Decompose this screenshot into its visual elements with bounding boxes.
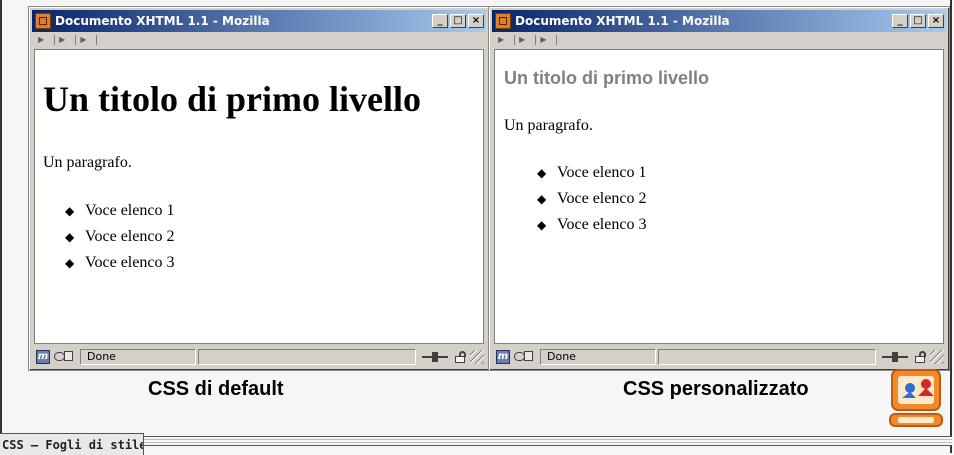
list-item: ◆ Voce elenco 2 — [537, 186, 646, 212]
maximize-button[interactable]: □ — [450, 14, 466, 28]
status-progress-panel — [658, 349, 876, 365]
window-title: Documento XHTML 1.1 - Mozilla — [515, 14, 730, 28]
title-bar[interactable]: Documento XHTML 1.1 - Mozilla _ □ × — [492, 10, 946, 32]
status-progress-panel — [198, 349, 416, 365]
page-heading: Un titolo di primo livello — [43, 79, 421, 119]
minimize-button[interactable]: _ — [432, 14, 448, 28]
list-item-text: Voce elenco 2 — [557, 190, 647, 207]
close-button[interactable]: × — [468, 14, 484, 28]
mozilla-app-icon — [495, 13, 511, 29]
resize-grip-icon[interactable] — [930, 350, 944, 364]
list-item-text: Voce elenco 3 — [557, 216, 647, 233]
toolbar-grippy-3[interactable]: ▶ — [76, 35, 98, 45]
list-item-text: Voce elenco 1 — [85, 202, 175, 219]
toolbar-grippy-1[interactable]: ▶ — [32, 35, 56, 45]
page-heading: Un titolo di primo livello — [504, 68, 709, 88]
security-lock-icon[interactable] — [454, 351, 466, 363]
page-paragraph: Un paragrafo. — [43, 154, 132, 171]
status-bar: m Done — [492, 347, 946, 367]
bullet-list: ◆ Voce elenco 1 ◆ Voce elenco 2 ◆ Voce elen… — [65, 198, 174, 276]
maximize-button[interactable]: □ — [910, 14, 926, 28]
toolbar-grippy-1[interactable]: ▶ — [492, 35, 516, 45]
footer-section-tab: CSS – Fogli di stile — [0, 433, 144, 455]
page-content: Un titolo di primo livello Un paragrafo.… — [494, 49, 944, 344]
bullet-icon: ◆ — [537, 166, 547, 180]
bullet-list: ◆ Voce elenco 1 ◆ Voce elenco 2 ◆ Voce elen… — [537, 160, 646, 238]
status-text: Done — [80, 349, 196, 365]
resize-grip-icon[interactable] — [470, 350, 484, 364]
composer-icon[interactable] — [514, 350, 534, 364]
list-item: ◆ Voce elenco 1 — [65, 198, 174, 224]
mail-component-icon[interactable]: m — [496, 350, 510, 364]
bullet-icon: ◆ — [65, 256, 75, 270]
list-item: ◆ Voce elenco 2 — [65, 224, 174, 250]
bullet-icon: ◆ — [65, 204, 75, 218]
close-button[interactable]: × — [928, 14, 944, 28]
list-item: ◆ Voce elenco 3 — [65, 250, 174, 276]
page-content: Un titolo di primo livello Un paragrafo.… — [34, 49, 484, 344]
bullet-icon: ◆ — [65, 230, 75, 244]
list-item: ◆ Voce elenco 1 — [537, 160, 646, 186]
mail-component-icon[interactable]: m — [36, 350, 50, 364]
list-item-text: Voce elenco 1 — [557, 164, 647, 181]
collapsed-toolbars: ▶ ▶ ▶ — [32, 33, 486, 47]
status-bar: m Done — [32, 347, 486, 367]
minimize-button[interactable]: _ — [892, 14, 908, 28]
bullet-icon: ◆ — [537, 218, 547, 232]
toolbar-grippy-3[interactable]: ▶ — [536, 35, 558, 45]
course-logo-icon — [889, 369, 943, 427]
title-bar[interactable]: Documento XHTML 1.1 - Mozilla _ □ × — [32, 10, 486, 32]
bullet-icon: ◆ — [537, 192, 547, 206]
footer-divider — [144, 436, 952, 446]
window-title: Documento XHTML 1.1 - Mozilla — [55, 14, 270, 28]
collapsed-toolbars: ▶ ▶ ▶ — [492, 33, 946, 47]
online-connection-icon[interactable] — [422, 352, 448, 362]
online-connection-icon[interactable] — [882, 352, 908, 362]
list-item-text: Voce elenco 3 — [85, 254, 175, 271]
browser-window-custom: Documento XHTML 1.1 - Mozilla _ □ × ▶ ▶ … — [488, 6, 950, 371]
slide: Documento XHTML 1.1 - Mozilla _ □ × ▶ ▶ … — [0, 0, 952, 453]
caption-default-css: CSS di default — [148, 378, 284, 400]
toolbar-grippy-2[interactable]: ▶ — [515, 35, 537, 45]
page-paragraph: Un paragrafo. — [504, 117, 593, 134]
caption-custom-css: CSS personalizzato — [623, 378, 809, 400]
status-text: Done — [540, 349, 656, 365]
list-item: ◆ Voce elenco 3 — [537, 212, 646, 238]
browser-window-default: Documento XHTML 1.1 - Mozilla _ □ × ▶ ▶ … — [28, 6, 490, 371]
toolbar-grippy-2[interactable]: ▶ — [55, 35, 77, 45]
mozilla-app-icon — [35, 13, 51, 29]
security-lock-icon[interactable] — [914, 351, 926, 363]
list-item-text: Voce elenco 2 — [85, 228, 175, 245]
composer-icon[interactable] — [54, 350, 74, 364]
